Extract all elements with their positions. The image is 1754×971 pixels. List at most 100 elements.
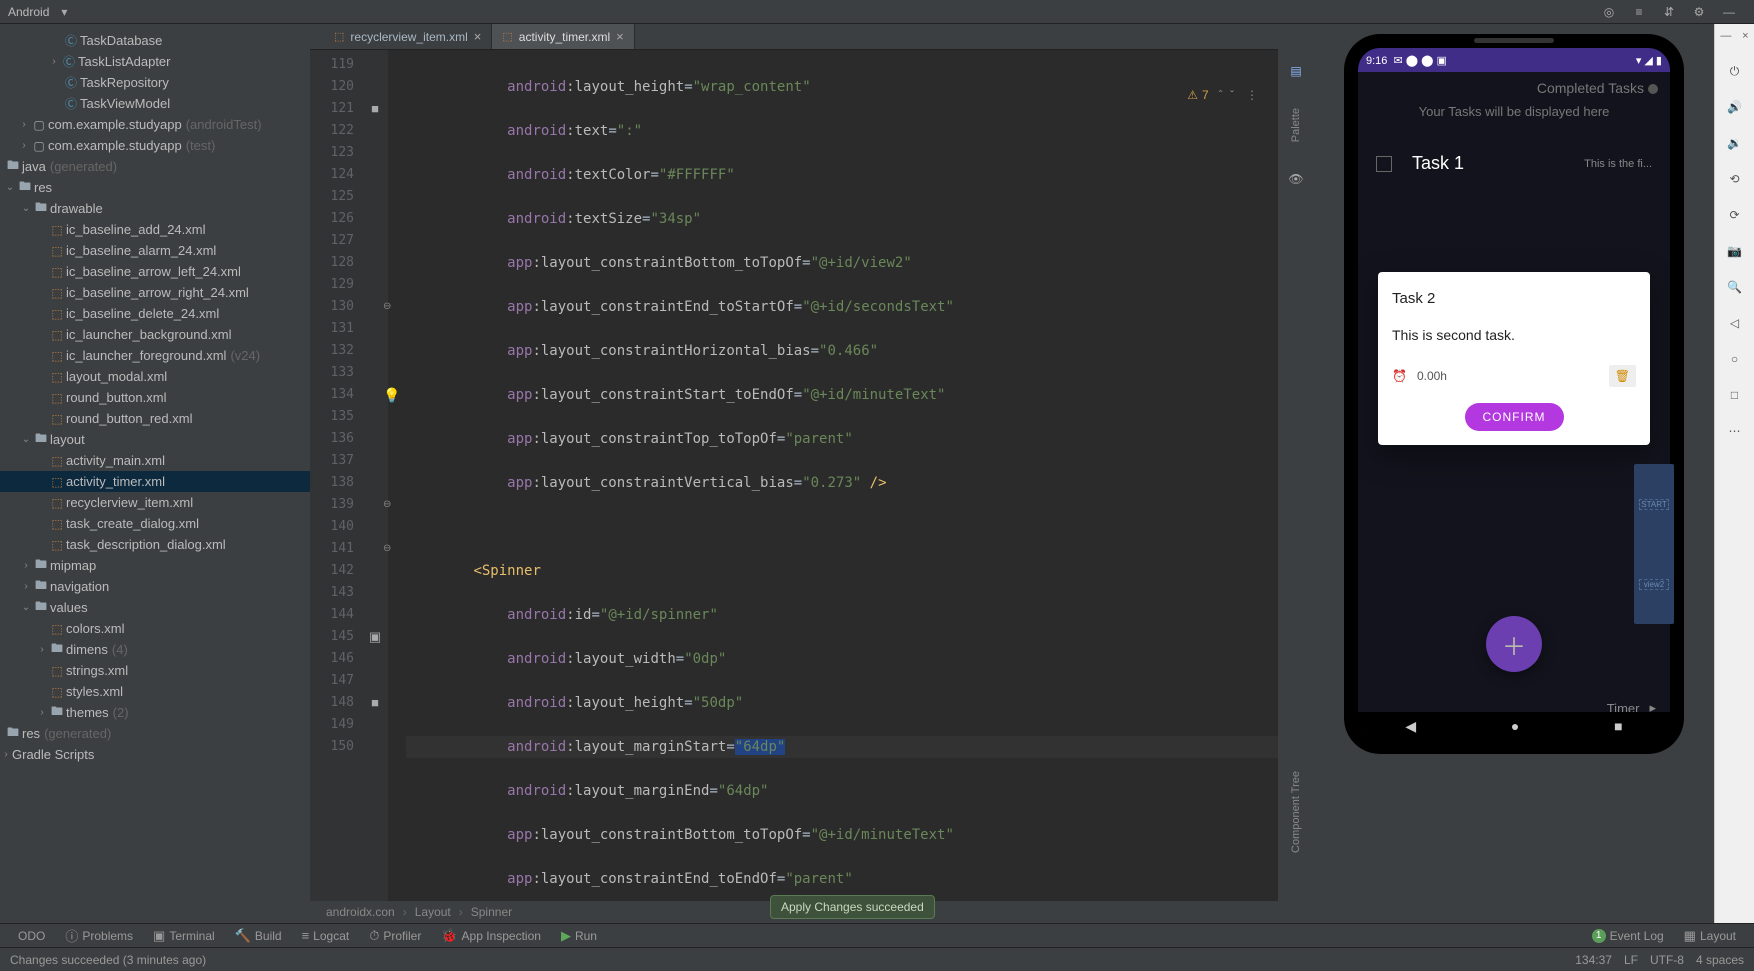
- fold-icon[interactable]: ⊖: [383, 538, 403, 560]
- tree-class-taskrepository[interactable]: ⒸTaskRepository: [0, 72, 310, 93]
- tree-file[interactable]: ⬚ic_baseline_delete_24.xml: [0, 303, 310, 324]
- tree-file[interactable]: ⬚task_create_dialog.xml: [0, 513, 310, 534]
- menu-icon[interactable]: ⋮: [1246, 88, 1258, 102]
- tree-file[interactable]: ⬚colors.xml: [0, 618, 310, 639]
- tree-class-taskviewmodel[interactable]: ⒸTaskViewModel: [0, 93, 310, 114]
- alarm-icon[interactable]: ⏰: [1392, 369, 1407, 383]
- rotate-right-icon[interactable]: ⟳: [1724, 204, 1746, 226]
- volume-up-icon[interactable]: 🔊: [1724, 96, 1746, 118]
- editor-warnings-badge[interactable]: ⚠ 7 ˆ ˇ ⋮: [1187, 88, 1258, 102]
- tree-file[interactable]: ⬚ic_baseline_alarm_24.xml: [0, 240, 310, 261]
- tree-file[interactable]: ⬚task_description_dialog.xml: [0, 534, 310, 555]
- updown-nav-icon[interactable]: ˆ ˇ: [1219, 88, 1236, 102]
- tree-file[interactable]: ⬚round_button.xml: [0, 387, 310, 408]
- completed-tasks-header[interactable]: Completed Tasks: [1358, 72, 1670, 100]
- back-icon[interactable]: ◁: [1724, 312, 1746, 334]
- confirm-button[interactable]: CONFIRM: [1465, 403, 1564, 431]
- tree-file[interactable]: ⬚ic_launcher_background.xml: [0, 324, 310, 345]
- tree-file[interactable]: ⬚strings.xml: [0, 660, 310, 681]
- tool-todo[interactable]: ODO: [8, 929, 55, 943]
- tree-folder-layout[interactable]: ⌄🖿layout: [0, 429, 310, 450]
- tree-file[interactable]: ⬚styles.xml: [0, 681, 310, 702]
- tree-folder-res-generated[interactable]: 🖿res(generated): [0, 723, 310, 744]
- tree-package-test[interactable]: ›▢com.example.studyapp(test): [0, 135, 310, 156]
- close-icon[interactable]: ×: [616, 29, 624, 44]
- tree-package-androidtest[interactable]: ›▢com.example.studyapp(androidTest): [0, 114, 310, 135]
- home-icon[interactable]: ○: [1724, 348, 1746, 370]
- project-tree[interactable]: ⒸTaskDatabase ›ⒸTaskListAdapter ⒸTaskRep…: [0, 24, 310, 923]
- line-separator[interactable]: LF: [1624, 953, 1638, 967]
- minimize-icon[interactable]: —: [1720, 3, 1738, 21]
- tree-file[interactable]: ⬚layout_modal.xml: [0, 366, 310, 387]
- task-row-1[interactable]: Task 1 This is the fi...: [1358, 143, 1670, 184]
- tree-file[interactable]: ⬚recyclerview_item.xml: [0, 492, 310, 513]
- overview-icon[interactable]: □: [1724, 384, 1746, 406]
- tree-file[interactable]: ⬚ic_baseline_arrow_right_24.xml: [0, 282, 310, 303]
- more-icon[interactable]: ⋯: [1724, 420, 1746, 442]
- home-icon[interactable]: ●: [1511, 718, 1519, 734]
- tree-class-tasklistadapter[interactable]: ›ⒸTaskListAdapter: [0, 51, 310, 72]
- tree-folder-navigation[interactable]: ›🖿navigation: [0, 576, 310, 597]
- camera-icon[interactable]: 📷: [1724, 240, 1746, 262]
- tool-app-inspection[interactable]: 🐞App Inspection: [431, 928, 551, 944]
- rotate-left-icon[interactable]: ⟲: [1724, 168, 1746, 190]
- minimize-icon[interactable]: —: [1720, 30, 1731, 42]
- lightbulb-icon[interactable]: 💡: [383, 384, 403, 406]
- tool-event-log[interactable]: 1Event Log: [1582, 928, 1674, 944]
- tree-folder-values[interactable]: ⌄🖿values: [0, 597, 310, 618]
- editor-tab-recyclerview[interactable]: ⬚ recyclerview_item.xml ×: [324, 24, 492, 49]
- device-screen[interactable]: 9:16 ✉ ⬤ ⬤ ▣ ▾ ◢ ▮ Completed Tasks Your …: [1358, 48, 1670, 740]
- delete-button[interactable]: 🗑: [1609, 365, 1636, 387]
- code-body[interactable]: android:layout_height="wrap_content" and…: [388, 50, 1278, 901]
- tree-file[interactable]: ⬚ic_baseline_add_24.xml: [0, 219, 310, 240]
- editor-tab-activity-timer[interactable]: ⬚ activity_timer.xml ×: [492, 24, 634, 49]
- checkbox[interactable]: [1376, 156, 1392, 172]
- blueprint-preview[interactable]: START view2: [1634, 464, 1674, 624]
- tree-file[interactable]: ⬚ic_baseline_arrow_left_24.xml: [0, 261, 310, 282]
- tree-file[interactable]: ⬚round_button_red.xml: [0, 408, 310, 429]
- back-icon[interactable]: ◀: [1405, 718, 1416, 735]
- component-tree-tab[interactable]: Component Tree: [1290, 771, 1302, 853]
- indent-info[interactable]: 4 spaces: [1696, 953, 1744, 967]
- code-editor[interactable]: ⚠ 7 ˆ ˇ ⋮ 119120121122123124125126127128…: [310, 50, 1278, 901]
- fold-icon[interactable]: ⊖: [383, 296, 403, 318]
- breadcrumb-item[interactable]: Spinner: [467, 905, 516, 919]
- breadcrumb-item[interactable]: androidx.con: [322, 905, 399, 919]
- overview-icon[interactable]: ■: [1614, 718, 1622, 734]
- tool-terminal[interactable]: ▣Terminal: [143, 928, 225, 944]
- power-icon[interactable]: ⏻: [1724, 60, 1746, 82]
- target-icon[interactable]: ◎: [1600, 3, 1618, 21]
- chevron-down-icon[interactable]: ▾: [55, 3, 73, 21]
- tree-file[interactable]: ⬚activity_main.xml: [0, 450, 310, 471]
- tool-profiler[interactable]: ⏱Profiler: [359, 928, 431, 944]
- tree-folder-java-generated[interactable]: 🖿java(generated): [0, 156, 310, 177]
- tree-folder-mipmap[interactable]: ›🖿mipmap: [0, 555, 310, 576]
- tree-folder-drawable[interactable]: ⌄🖿drawable: [0, 198, 310, 219]
- tool-layout-inspector[interactable]: ▦Layout: [1674, 928, 1746, 944]
- close-icon[interactable]: ×: [474, 29, 482, 44]
- encoding[interactable]: UTF-8: [1650, 953, 1684, 967]
- project-view-dropdown[interactable]: Android: [8, 5, 49, 19]
- eye-icon[interactable]: 👁: [1288, 172, 1303, 186]
- tool-logcat[interactable]: ≡Logcat: [292, 928, 360, 943]
- breadcrumb-item[interactable]: Layout: [411, 905, 455, 919]
- tool-build[interactable]: 🔨Build: [225, 928, 292, 944]
- fold-icon[interactable]: ⊖: [383, 494, 403, 516]
- gear-icon[interactable]: ⚙: [1690, 3, 1708, 21]
- sort-icon[interactable]: ⇵: [1660, 3, 1678, 21]
- close-icon[interactable]: ×: [1742, 30, 1748, 42]
- tree-folder-dimens[interactable]: ›🖿dimens(4): [0, 639, 310, 660]
- caret-position[interactable]: 134:37: [1575, 953, 1612, 967]
- filter-icon[interactable]: ≡: [1630, 3, 1648, 21]
- tool-run[interactable]: ▶Run: [551, 928, 607, 944]
- tree-folder-res[interactable]: ⌄🖿res: [0, 177, 310, 198]
- tree-class-taskdatabase[interactable]: ⒸTaskDatabase: [0, 30, 310, 51]
- tree-folder-themes[interactable]: ›🖿themes(2): [0, 702, 310, 723]
- volume-down-icon[interactable]: 🔉: [1724, 132, 1746, 154]
- tree-gradle-scripts[interactable]: ›Gradle Scripts: [0, 744, 310, 765]
- layers-icon[interactable]: ▤: [1290, 64, 1301, 78]
- tool-problems[interactable]: ⓘProblems: [55, 926, 143, 945]
- zoom-in-icon[interactable]: 🔍: [1724, 276, 1746, 298]
- tree-file[interactable]: ⬚ic_launcher_foreground.xml(v24): [0, 345, 310, 366]
- tree-file-selected[interactable]: ⬚activity_timer.xml: [0, 471, 310, 492]
